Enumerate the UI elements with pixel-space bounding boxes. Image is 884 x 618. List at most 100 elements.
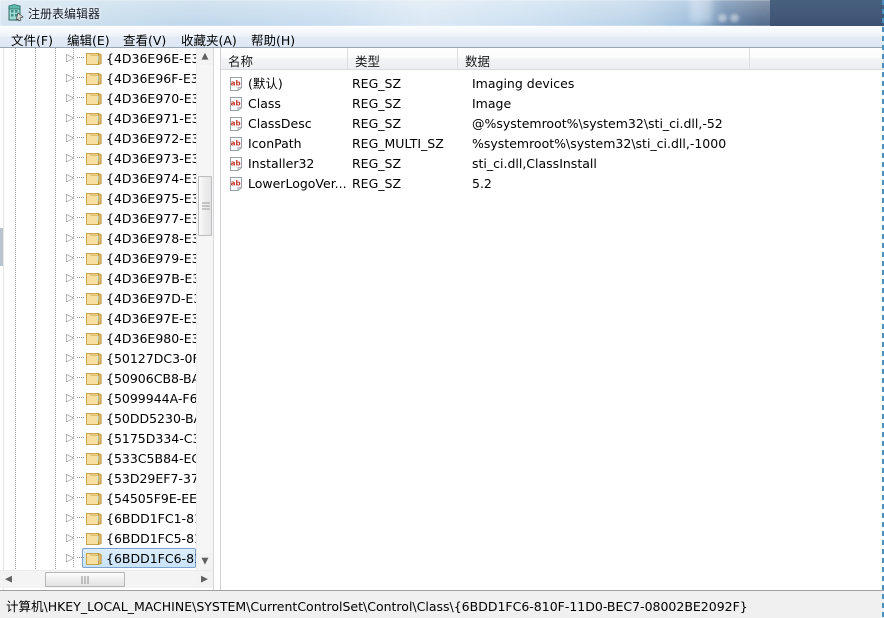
tree-item[interactable]: ▷{5175D334-C371 xyxy=(0,428,196,448)
chevron-right-icon[interactable]: ▷ xyxy=(66,431,74,445)
column-type[interactable]: 类型 xyxy=(348,48,458,69)
tree-item[interactable]: ▷ {4D36E96F-E325 xyxy=(0,68,196,88)
tree-item[interactable]: ▷{4D36E97B-E325 xyxy=(0,268,196,288)
tree-item[interactable]: ▷{4D36E972-E325 xyxy=(0,128,196,148)
tree-guide-dots xyxy=(77,117,85,118)
tree-guide-dots xyxy=(77,477,85,478)
tree-item-selected[interactable]: ▷{6BDD1FC6-810F xyxy=(0,548,196,568)
tree-guide-dots xyxy=(77,57,85,58)
tree-item[interactable]: ▷{50127DC3-0F36 xyxy=(0,348,196,368)
tree-item[interactable]: ▷{6BDD1FC1-810F xyxy=(0,508,196,528)
chevron-right-icon[interactable]: ▷ xyxy=(66,131,74,145)
chevron-right-icon[interactable]: ▷ xyxy=(66,451,74,465)
chevron-right-icon[interactable]: ▷ xyxy=(66,411,74,425)
value-row[interactable]: abClassREG_SZImage xyxy=(221,94,884,114)
chevron-right-icon[interactable]: ▷ xyxy=(66,331,74,345)
chevron-right-icon[interactable]: ▷ xyxy=(66,551,74,565)
value-row[interactable]: ab(默认)REG_SZImaging devices xyxy=(221,74,884,94)
chevron-right-icon[interactable]: ▷ xyxy=(66,311,74,325)
tree-guide-dots xyxy=(77,297,85,298)
tree-item[interactable]: ▷{4D36E970-E325 xyxy=(0,88,196,108)
tree-item[interactable]: ▷{6BDD1FC5-810F xyxy=(0,528,196,548)
tree-item-label: {5099944A-F6B9 xyxy=(106,391,196,406)
tree-item[interactable]: ▷{54505F9E-EE66 xyxy=(0,488,196,508)
tree-item[interactable]: ▷{4D36E971-E325 xyxy=(0,108,196,128)
tree-item[interactable]: ▷{4D36E974-E325 xyxy=(0,168,196,188)
chevron-right-icon[interactable]: ▷ xyxy=(66,171,74,185)
tree-item[interactable]: ▷ {533C5B84-EC70 xyxy=(0,448,196,468)
chevron-right-icon[interactable]: ▷ xyxy=(66,531,74,545)
pane-splitter[interactable] xyxy=(213,48,221,590)
chevron-right-icon[interactable]: ▷ xyxy=(66,231,74,245)
tree-item[interactable]: ▷ {4D36E97E-E325 xyxy=(0,308,196,328)
folder-icon xyxy=(86,91,102,105)
column-name[interactable]: 名称 xyxy=(221,48,348,69)
chevron-right-icon[interactable]: ▷ xyxy=(66,191,74,205)
value-type-cell: REG_MULTI_SZ xyxy=(352,136,444,152)
chevron-right-icon[interactable]: ▷ xyxy=(66,471,74,485)
menu-view[interactable]: 查看(V) xyxy=(120,29,169,50)
tree-item[interactable]: ▷ {4D36E96E-E325 xyxy=(0,48,196,68)
tree-item-label: {4D36E96E-E325 xyxy=(106,51,196,66)
value-name-cell: IconPath xyxy=(248,136,302,152)
value-row[interactable]: abClassDescREG_SZ@%systemroot%\system32\… xyxy=(221,114,884,134)
title-bar[interactable]: 注册表编辑器 xyxy=(0,0,884,26)
chevron-right-icon[interactable]: ▷ xyxy=(66,371,74,385)
value-row[interactable]: abIconPathREG_MULTI_SZ%systemroot%\syste… xyxy=(221,134,884,154)
registry-values-pane[interactable]: 名称类型数据 ab(默认)REG_SZImaging devicesabClas… xyxy=(221,48,884,590)
tree-item[interactable]: ▷{50DD5230-BA8 xyxy=(0,408,196,428)
value-name-cell: ClassDesc xyxy=(248,116,312,132)
chevron-right-icon[interactable]: ▷ xyxy=(66,91,74,105)
tree-vertical-scrollbar[interactable]: ▲ ▼ xyxy=(196,48,213,570)
tree-item[interactable]: ▷ {5099944A-F6B9 xyxy=(0,388,196,408)
menu-file[interactable]: 文件(F) xyxy=(8,29,56,50)
chevron-right-icon[interactable]: ▷ xyxy=(66,391,74,405)
chevron-right-icon[interactable]: ▷ xyxy=(66,291,74,305)
tree-item[interactable]: ▷{4D36E97D-E325 xyxy=(0,288,196,308)
column-filler[interactable] xyxy=(750,48,884,69)
tree-item-label: {4D36E978-E325 xyxy=(106,231,196,246)
tree-item[interactable]: ▷ {50906CB8-BA12 xyxy=(0,368,196,388)
chevron-right-icon[interactable]: ▷ xyxy=(66,271,74,285)
tree-item[interactable]: ▷{4D36E975-E325 xyxy=(0,188,196,208)
tree-item-label: {533C5B84-EC70 xyxy=(106,451,196,466)
chevron-right-icon[interactable]: ▷ xyxy=(66,511,74,525)
value-row[interactable]: abLowerLogoVer...REG_SZ5.2 xyxy=(221,174,884,194)
folder-icon xyxy=(86,71,102,85)
chevron-right-icon[interactable]: ▷ xyxy=(66,51,74,65)
tree-item-label: {4D36E97E-E325 xyxy=(106,311,196,326)
triangle-right-icon[interactable]: ▶ xyxy=(196,571,213,588)
tree-horizontal-scrollbar[interactable]: ◀ ▶ xyxy=(0,570,213,588)
chevron-right-icon[interactable]: ▷ xyxy=(66,351,74,365)
tree-item[interactable]: ▷{4D36E979-E325 xyxy=(0,248,196,268)
values-column-header[interactable]: 名称类型数据 xyxy=(221,48,884,70)
tree-vertical-scrollbar-thumb[interactable] xyxy=(198,176,212,236)
triangle-up-icon[interactable]: ▲ xyxy=(197,48,213,65)
chevron-right-icon[interactable]: ▷ xyxy=(66,251,74,265)
menu-edit[interactable]: 编辑(E) xyxy=(64,29,113,50)
chevron-right-icon[interactable]: ▷ xyxy=(66,111,74,125)
triangle-left-icon[interactable]: ◀ xyxy=(0,571,17,588)
tree-item[interactable]: ▷{4D36E973-E325 xyxy=(0,148,196,168)
menu-help[interactable]: 帮助(H) xyxy=(248,29,298,50)
chevron-right-icon[interactable]: ▷ xyxy=(66,71,74,85)
menu-favorites[interactable]: 收藏夹(A) xyxy=(178,29,240,50)
triangle-down-icon[interactable]: ▼ xyxy=(197,553,213,570)
column-data[interactable]: 数据 xyxy=(458,48,750,69)
chevron-right-icon[interactable]: ▷ xyxy=(66,151,74,165)
registry-tree-pane[interactable]: ▷ {4D36E96E-E325 ▷ {4D36E96F-E325 ▷{4D36E970… xyxy=(0,48,219,590)
value-data-cell: sti_ci.dll,ClassInstall xyxy=(472,156,597,172)
tree-item[interactable]: ▷{4D36E977-E325 xyxy=(0,208,196,228)
tree-item[interactable]: ▷ {4D36E978-E325 xyxy=(0,228,196,248)
registry-tree-list[interactable]: ▷ {4D36E96E-E325 ▷ {4D36E96F-E325 ▷{4D36E970… xyxy=(0,48,196,570)
tree-item-label: {4D36E96F-E325 xyxy=(106,71,196,86)
tree-item[interactable]: ▷{53D29EF7-377C xyxy=(0,468,196,488)
tree-item[interactable]: ▷{4D36E980-E325 xyxy=(0,328,196,348)
tree-item-label: {50906CB8-BA12 xyxy=(106,371,196,386)
folder-icon xyxy=(86,211,102,225)
chevron-right-icon[interactable]: ▷ xyxy=(66,211,74,225)
chevron-right-icon[interactable]: ▷ xyxy=(66,491,74,505)
value-row[interactable]: abInstaller32REG_SZsti_ci.dll,ClassInsta… xyxy=(221,154,884,174)
folder-icon xyxy=(86,511,102,525)
tree-horizontal-scrollbar-thumb[interactable] xyxy=(45,572,125,587)
